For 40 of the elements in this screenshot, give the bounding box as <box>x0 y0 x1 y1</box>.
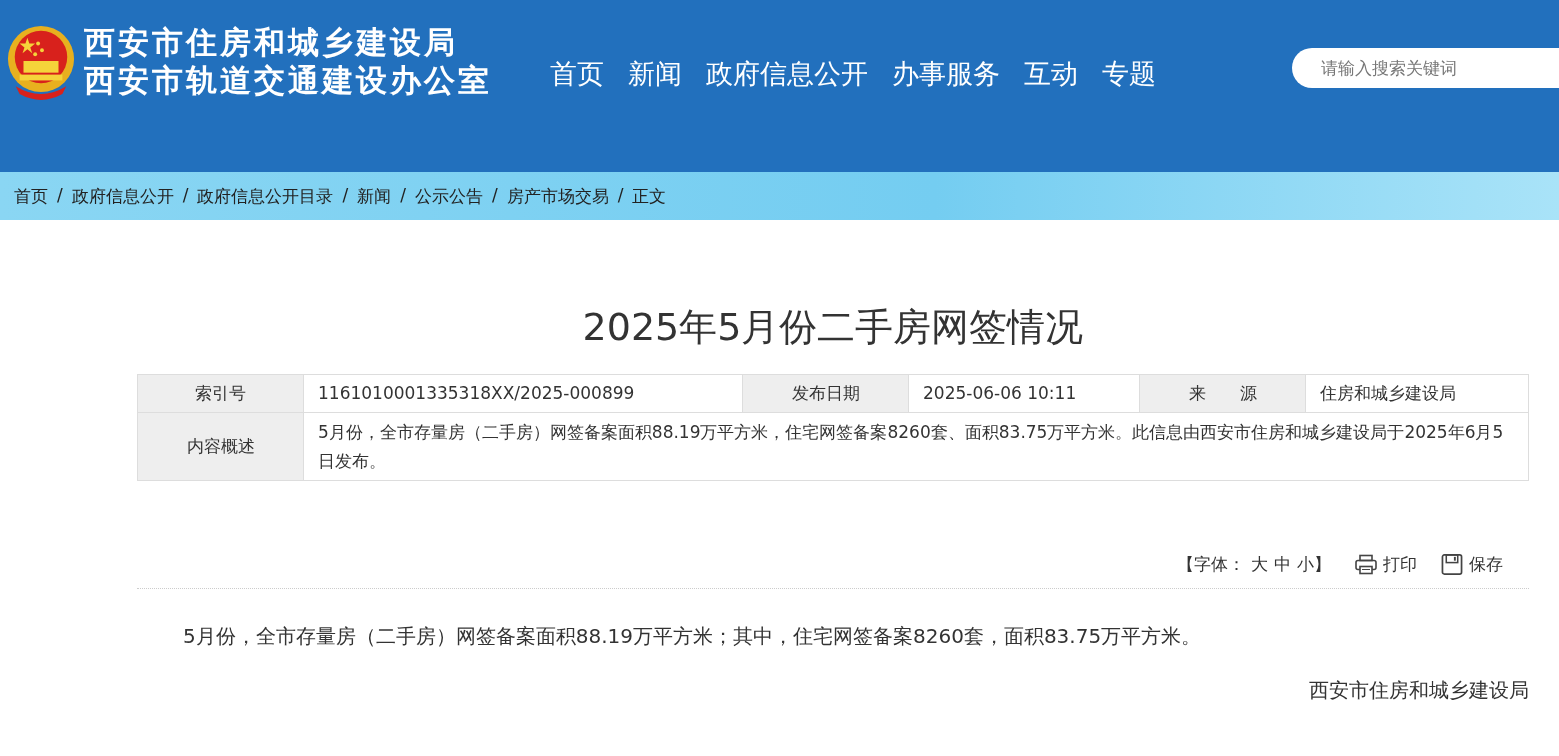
table-label-cell: 索引号 <box>138 375 304 413</box>
breadcrumb-link[interactable]: 新闻 <box>357 184 392 208</box>
breadcrumb-separator: / <box>617 184 624 207</box>
breadcrumb-link[interactable]: 正文 <box>632 184 667 208</box>
nav-link[interactable]: 互动 <box>1024 54 1078 94</box>
article-title: 2025年5月份二手房网签情况 <box>581 304 1085 351</box>
site-title: 西安市轨道交通建设办公室 <box>84 61 492 99</box>
breadcrumb-link[interactable]: 房产市场交易 <box>506 184 609 208</box>
search-field[interactable]: 请输入搜索关键词 <box>1292 48 1559 88</box>
table-label-cell: 来 源 <box>1140 375 1306 413</box>
table-cell: 住房和城乡建设局 <box>1306 375 1529 413</box>
breadcrumb-link[interactable]: 政府信息公开 <box>71 184 174 208</box>
breadcrumb-separator: / <box>400 184 406 207</box>
breadcrumb-link[interactable]: 公示公告 <box>414 184 483 208</box>
font-size-link[interactable]: 小 <box>1297 553 1314 576</box>
breadcrumb-separator: / <box>182 184 189 207</box>
breadcrumb-separator: / <box>342 184 349 207</box>
breadcrumb-link[interactable]: 政府信息公开目录 <box>197 184 334 208</box>
site-title: 西安市住房和城乡建设局 <box>84 23 459 61</box>
printer-icon <box>1355 554 1377 575</box>
breadcrumb-separator: / <box>57 184 63 207</box>
breadcrumb-separator: / <box>491 184 498 207</box>
font-size-link[interactable]: 大 <box>1251 553 1268 576</box>
article-body: 5月份，全市存量房（二手房）网签备案面积88.19万平方米；其中，住宅网签备案8260套，面积83.75万平方米。 <box>183 623 1203 650</box>
table-label-cell: 发布日期 <box>743 375 909 413</box>
nav-link[interactable]: 办事服务 <box>892 54 1000 94</box>
signature: 西安市住房和城乡建设局 <box>1308 677 1529 704</box>
nav-link[interactable]: 新闻 <box>628 54 682 94</box>
table-cell: 1161010001335318XX/2025-000899 <box>304 375 743 413</box>
breadcrumb-link[interactable]: 首页 <box>14 184 48 208</box>
nav-link[interactable]: 专题 <box>1102 54 1156 94</box>
font-size-link[interactable]: 中 <box>1274 553 1291 576</box>
table-label-cell: 内容概述 <box>138 413 304 481</box>
nav-link[interactable]: 政府信息公开 <box>706 54 868 94</box>
nav-link[interactable]: 首页 <box>550 54 604 94</box>
print-link[interactable]: 打印 <box>1355 553 1417 576</box>
table-cell: 5月份，全市存量房（二手房）网签备案面积88.19万平方米，住宅网签备案8260套、面积83.75万平方米。此信息由西安市住房和城乡建设局于2025年6月5日发布。 <box>304 413 1529 481</box>
font-size-label: 【字体： <box>1177 553 1245 576</box>
save-link[interactable]: 保存 <box>1441 553 1503 576</box>
bracket: 】 <box>1314 553 1331 576</box>
